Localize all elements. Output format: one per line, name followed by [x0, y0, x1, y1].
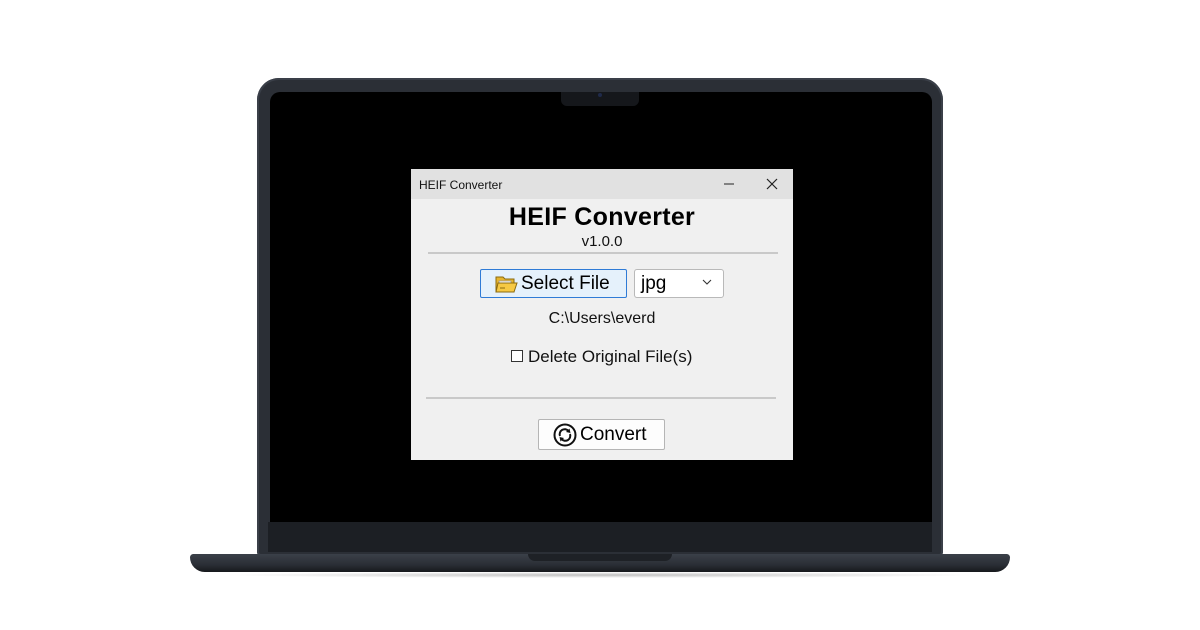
divider: [426, 397, 776, 399]
window-title: HEIF Converter: [419, 178, 503, 192]
format-dropdown[interactable]: jpg: [634, 269, 724, 298]
laptop-base-groove: [528, 554, 672, 561]
laptop-chin: [268, 522, 932, 552]
camera-icon: [598, 93, 602, 97]
select-file-label: Select File: [521, 272, 610, 294]
app-version: v1.0.0: [581, 233, 623, 250]
chevron-down-icon: [702, 279, 712, 285]
title-bar[interactable]: HEIF Converter: [411, 169, 793, 199]
close-icon: [766, 178, 778, 190]
format-value: jpg: [641, 273, 667, 294]
minimize-icon: [724, 183, 734, 185]
laptop-shadow: [220, 572, 980, 578]
selected-path: C:\Users\everd: [548, 310, 656, 327]
convert-icon: [553, 423, 577, 446]
convert-button[interactable]: Convert: [538, 419, 665, 450]
delete-original-label[interactable]: Delete Original File(s): [528, 347, 692, 367]
folder-icon: [495, 276, 518, 292]
divider: [428, 252, 778, 254]
close-button[interactable]: [750, 169, 794, 199]
app-title: HEIF Converter: [508, 203, 696, 231]
convert-label: Convert: [580, 423, 647, 445]
select-file-button[interactable]: Select File: [480, 269, 627, 298]
minimize-button[interactable]: [707, 169, 751, 199]
delete-original-checkbox[interactable]: [511, 350, 523, 362]
app-window: HEIF Converter HEIF Converter v1.0.0 Sel…: [411, 169, 793, 460]
